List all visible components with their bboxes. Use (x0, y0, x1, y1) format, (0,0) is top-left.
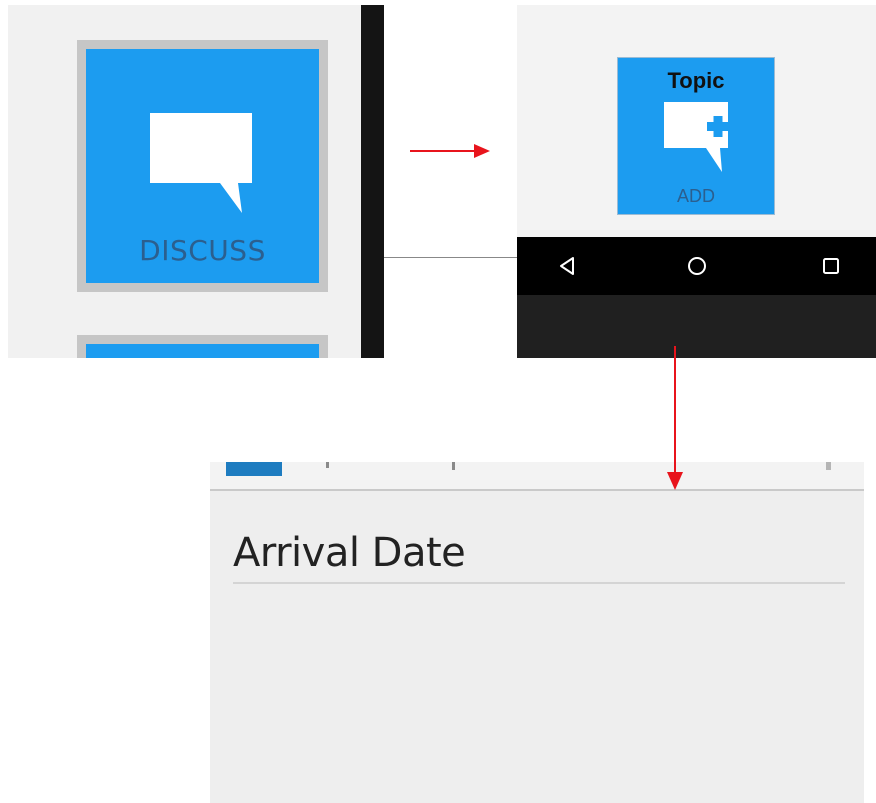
app-bar-partial (210, 462, 864, 491)
app-bar-icon (226, 462, 282, 476)
topic-add-screenshot-crop: Topic ADD (517, 5, 876, 358)
home-button[interactable] (667, 237, 727, 295)
discuss-label: DISCUSS (139, 234, 266, 267)
field-underline (233, 582, 845, 584)
discuss-screenshot-crop: DISCUSS (8, 5, 384, 358)
arrival-date-field[interactable]: Arrival Date (233, 530, 466, 576)
screen-edge (361, 5, 384, 358)
connector-line (384, 257, 517, 258)
add-comment-icon (664, 102, 729, 172)
discuss-tile[interactable]: DISCUSS (86, 49, 319, 283)
recents-icon (823, 258, 839, 274)
discuss-tile-frame[interactable]: DISCUSS (77, 40, 328, 292)
arrow-down-icon (667, 346, 683, 490)
dark-background (517, 295, 876, 358)
form-screenshot-crop: Arrival Date (210, 462, 864, 803)
back-button[interactable] (537, 237, 597, 295)
back-icon (560, 257, 574, 275)
topic-tile-title: Topic (667, 68, 725, 93)
home-icon (688, 257, 706, 275)
android-nav-bar (517, 237, 876, 295)
speech-bubble-icon (150, 113, 252, 213)
arrow-right-icon (410, 144, 490, 158)
topic-add-tile[interactable]: Topic ADD (617, 57, 775, 215)
recents-button[interactable] (801, 237, 861, 295)
topic-tile-label: ADD (676, 186, 715, 206)
next-tile-partial[interactable] (77, 335, 328, 358)
